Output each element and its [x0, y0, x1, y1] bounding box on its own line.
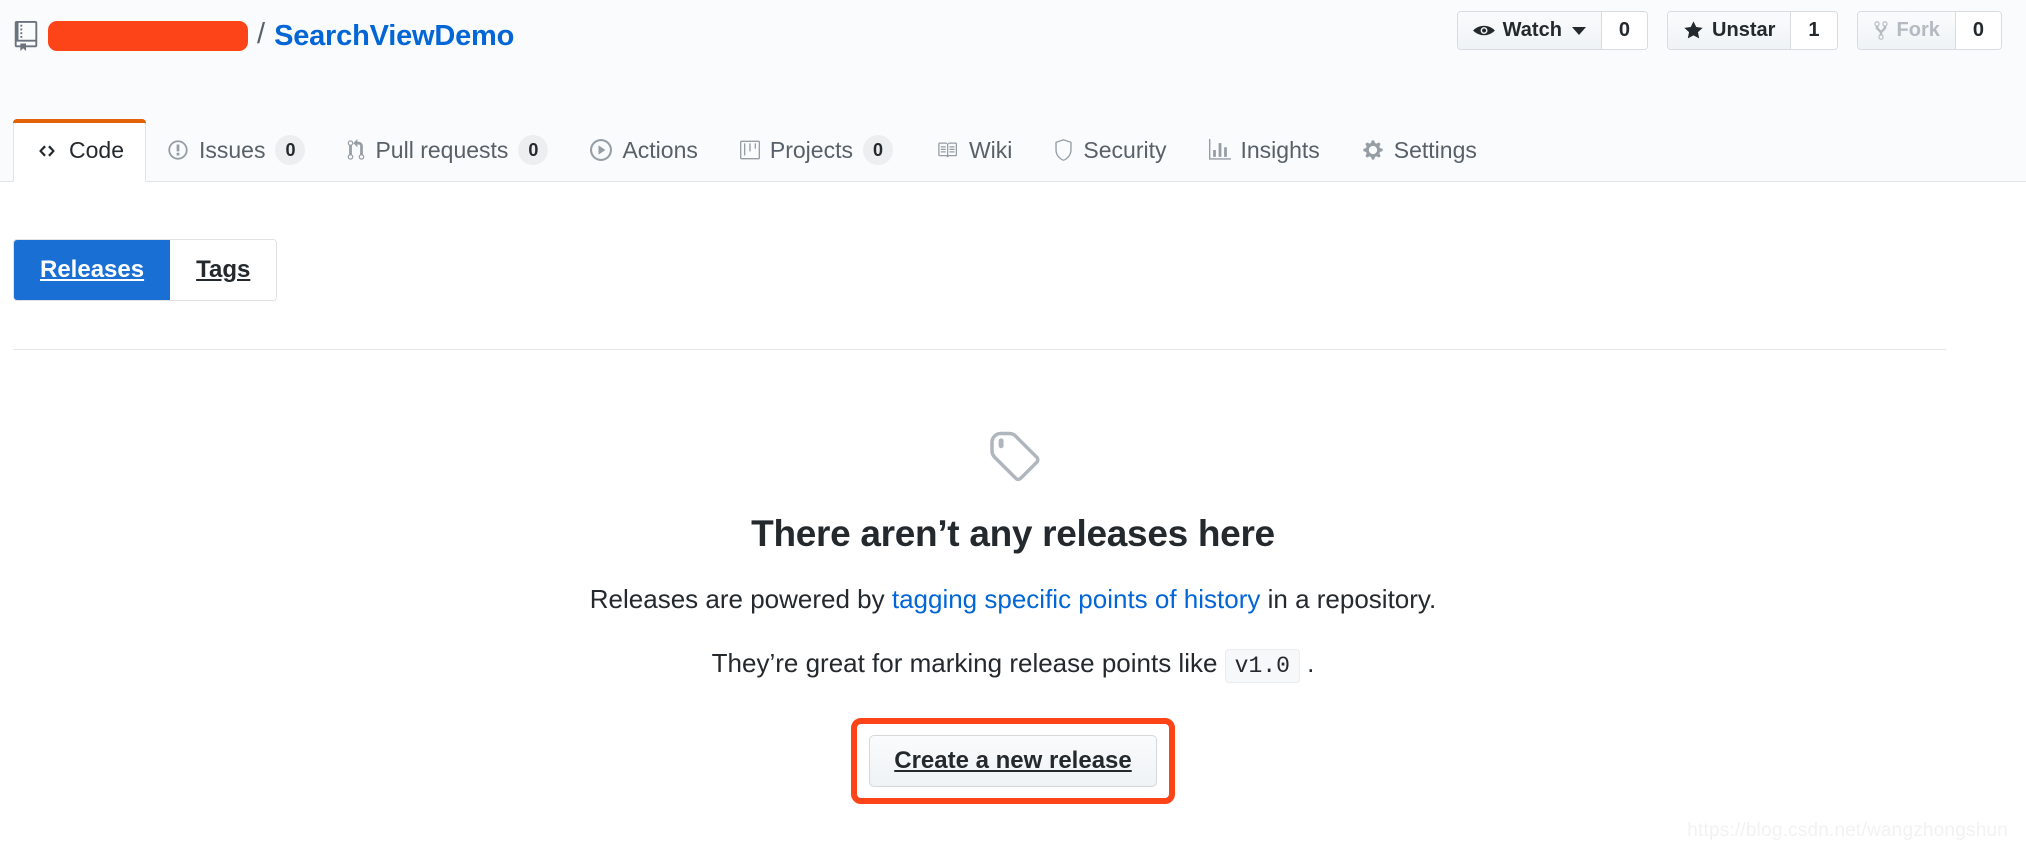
fork-button: Fork — [1857, 12, 1956, 49]
repo-nav: Code Issues 0 Pull requests 0 Actions Pr… — [0, 100, 2026, 182]
subnav-item-tags[interactable]: Tags — [170, 240, 277, 300]
breadcrumb-separator: / — [257, 17, 266, 50]
gear-icon — [1362, 139, 1384, 161]
watch-count[interactable]: 0 — [1601, 12, 1648, 49]
releases-blankslate: There aren’t any releases here Releases … — [0, 430, 2026, 805]
code-icon — [35, 142, 59, 160]
tab-actions[interactable]: Actions — [569, 119, 718, 181]
tab-settings-label: Settings — [1393, 136, 1477, 163]
blankslate-line1-before: Releases are powered by — [589, 584, 892, 614]
book-icon — [935, 140, 959, 160]
tab-issues-label: Issues — [198, 136, 266, 163]
shield-icon — [1054, 139, 1073, 161]
github-releases-page: / SearchViewDemo Watch 0 Unstar 1 Fork 0… — [0, 0, 2026, 856]
tab-insights[interactable]: Insights — [1188, 119, 1341, 181]
tab-wiki-label: Wiki — [968, 136, 1013, 163]
pr-icon — [347, 139, 365, 161]
star-count[interactable]: 1 — [1791, 12, 1837, 49]
blankslate-line2-after: . — [1299, 647, 1315, 678]
repo-action-buttons: Watch 0 Unstar 1 Fork 0 — [1456, 11, 2002, 50]
project-icon — [739, 139, 760, 161]
repo-breadcrumb: / SearchViewDemo — [13, 14, 514, 58]
repo-icon — [13, 21, 39, 51]
tab-security[interactable]: Security — [1033, 119, 1187, 181]
chevron-down-icon — [1571, 26, 1586, 35]
projects-counter: 0 — [862, 135, 893, 165]
unstar-button-group[interactable]: Unstar 1 — [1667, 11, 1838, 50]
tab-code[interactable]: Code — [13, 119, 146, 182]
blankslate-title: There aren’t any releases here — [751, 513, 1275, 554]
owner-name-redaction — [48, 21, 248, 51]
watch-button-label: Watch — [1502, 19, 1562, 41]
watch-button[interactable]: Watch — [1457, 12, 1602, 49]
repo-nav-list: Code Issues 0 Pull requests 0 Actions Pr… — [13, 99, 1498, 182]
fork-icon — [1873, 20, 1889, 41]
fork-button-group[interactable]: Fork 0 — [1856, 11, 2002, 50]
blankslate-line2-before: They’re great for marking release points… — [711, 647, 1225, 678]
version-code-sample: v1.0 — [1224, 648, 1300, 683]
unstar-button-label: Unstar — [1712, 19, 1776, 41]
fork-button-label: Fork — [1896, 19, 1940, 41]
subnav-item-releases[interactable]: Releases — [14, 240, 171, 300]
blankslate-line-2: They’re great for marking release points… — [0, 645, 2026, 683]
create-new-release-button[interactable]: Create a new release — [869, 735, 1157, 788]
repo-name-link[interactable]: SearchViewDemo — [274, 21, 514, 51]
tab-settings[interactable]: Settings — [1341, 119, 1498, 181]
tab-projects[interactable]: Projects 0 — [719, 119, 914, 181]
fork-count[interactable]: 0 — [1955, 12, 2001, 49]
releases-tags-toggle: Releases Tags — [13, 239, 278, 301]
tag-icon — [0, 430, 2026, 491]
star-icon — [1683, 20, 1704, 41]
content-divider — [13, 349, 1946, 350]
tagging-history-link[interactable]: tagging specific points of history — [892, 584, 1261, 614]
tab-wiki[interactable]: Wiki — [914, 119, 1033, 181]
tab-insights-label: Insights — [1240, 136, 1320, 163]
tab-projects-label: Projects — [769, 136, 853, 163]
repo-header: / SearchViewDemo Watch 0 Unstar 1 Fork 0 — [0, 0, 2026, 100]
eye-icon — [1472, 23, 1495, 38]
tab-code-label: Code — [69, 137, 124, 163]
play-icon — [590, 139, 613, 161]
issues-counter: 0 — [275, 135, 306, 165]
issue-icon — [167, 139, 189, 161]
watermark: https://blog.csdn.net/wangzhongshun — [1687, 820, 2008, 841]
create-release-cta-wrapper: Create a new release — [851, 718, 1175, 805]
tab-actions-label: Actions — [622, 136, 698, 163]
tab-pull-requests-label: Pull requests — [375, 136, 509, 163]
blankslate-line-1: Releases are powered by tagging specific… — [0, 581, 2026, 619]
watch-button-group[interactable]: Watch 0 — [1456, 11, 1649, 50]
tab-pull-requests[interactable]: Pull requests 0 — [326, 119, 569, 181]
graph-icon — [1208, 139, 1231, 161]
tab-security-label: Security — [1083, 136, 1167, 163]
unstar-button[interactable]: Unstar — [1668, 12, 1792, 49]
pull-requests-counter: 0 — [518, 135, 549, 165]
tab-issues[interactable]: Issues 0 — [146, 119, 326, 181]
blankslate-line1-after: in a repository. — [1260, 584, 1437, 614]
